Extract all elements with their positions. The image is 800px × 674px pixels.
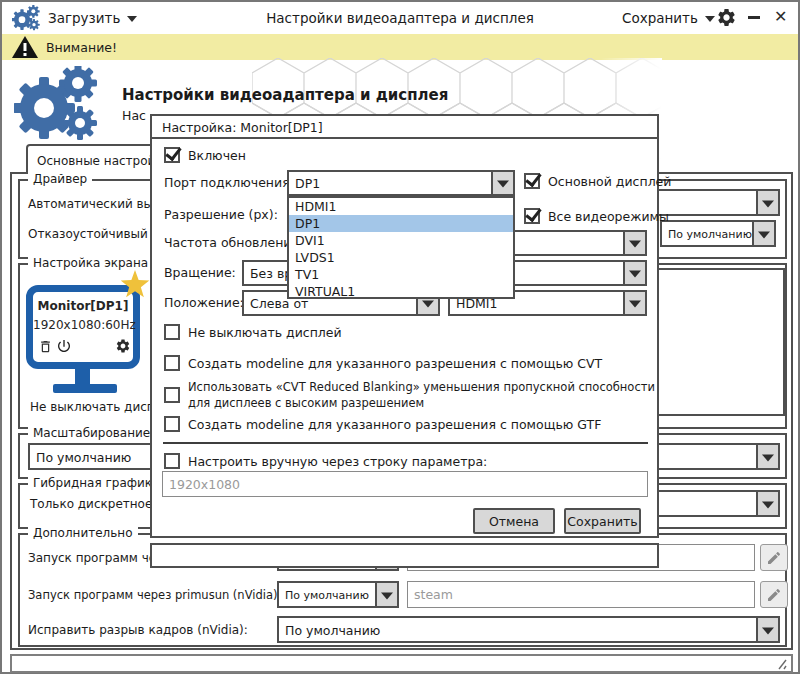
page-subtitle: Нас <box>122 108 146 123</box>
tearing-label: Исправить разрыв кадров (nVidia): <box>28 623 248 637</box>
pencil-icon <box>766 587 782 603</box>
monitor-settings-icon[interactable] <box>115 338 131 354</box>
monitor-stand-base <box>53 384 117 393</box>
manual-checkbox[interactable] <box>164 453 180 469</box>
dont-off-checkbox[interactable] <box>164 324 180 340</box>
all-modes-checkbox[interactable] <box>524 208 540 224</box>
monitor-mode: 1920x1080:60Hz <box>33 318 133 332</box>
dialog-status-bar <box>150 543 659 568</box>
dropdown-arrow-icon[interactable] <box>623 292 645 314</box>
monitor-dialog: Настройка: Monitor[DP1] Включен Порт под… <box>150 114 659 538</box>
dropdown-arrow-icon[interactable] <box>752 222 774 245</box>
port-option-hdmi1[interactable]: HDMI1 <box>289 198 513 215</box>
save-button[interactable]: Сохранить <box>622 10 715 26</box>
port-option-dvi1[interactable]: DVI1 <box>289 232 513 249</box>
warning-banner: Внимание! <box>2 34 798 60</box>
dont-off-label: Не выключать дисплей <box>188 325 342 340</box>
primusun-edit-button[interactable] <box>760 581 788 608</box>
primusun-label: Запуск программ через primusun (nVidia): <box>28 588 281 602</box>
app-window: Загрузить Настройки видеоадаптера и дисп… <box>0 0 800 674</box>
primary-checkbox[interactable] <box>524 173 540 189</box>
optirun-edit-button[interactable] <box>760 544 788 571</box>
refresh-label: Частота обновления (Гц): <box>164 235 287 250</box>
app-logo <box>14 66 98 140</box>
driver-failsafe-combobox[interactable]: По умолчанию <box>660 220 776 247</box>
port-dropdown-list: HDMI1DP1DVI1LVDS1TV1VIRTUAL1 <box>287 196 515 299</box>
save-caret-icon <box>705 16 715 22</box>
all-modes-label: Все видеорежимы <box>548 209 669 224</box>
dialog-separator <box>163 442 648 444</box>
port-option-tv1[interactable]: TV1 <box>289 266 513 283</box>
cvt-checkbox[interactable] <box>164 355 180 371</box>
app-logo-icon <box>12 5 40 31</box>
dialog-titlebar[interactable]: Настройка: Monitor[DP1] <box>152 116 657 139</box>
driver-legend: Драйвер <box>28 172 92 186</box>
hybrid-legend: Гибридная графика <box>28 476 164 490</box>
cancel-button[interactable]: Отмена <box>473 508 555 534</box>
port-option-lvds1[interactable]: LVDS1 <box>289 249 513 266</box>
manual-mode-input[interactable] <box>162 471 648 497</box>
power-monitor-icon[interactable] <box>56 338 72 354</box>
manual-label: Настроить вручную через строку параметра… <box>188 454 487 469</box>
delete-monitor-icon[interactable] <box>38 339 53 354</box>
monitor-stand-neck <box>75 369 90 385</box>
screen-legend: Настройка экрана <box>28 256 153 270</box>
cvt-label: Создать modeline для указанного разрешен… <box>188 356 602 371</box>
window-title: Настройки видеоадаптера и дисплея <box>266 10 534 26</box>
dialog-title: Настройка: Monitor[DP1] <box>162 120 323 135</box>
port-option-dp1[interactable]: DP1 <box>289 215 513 232</box>
tab-main-settings[interactable]: Основные настройки <box>26 144 168 174</box>
monitor-name: Monitor[DP1] <box>33 299 133 313</box>
position-label: Положение: <box>164 295 244 310</box>
gtf-label: Создать modeline для указанного разрешен… <box>188 417 601 432</box>
load-button[interactable]: Загрузить <box>48 10 137 26</box>
primusun-command-input[interactable] <box>407 581 755 608</box>
load-caret-icon <box>127 16 137 22</box>
cvt-rb-label: Использовать «CVT Reduced Blanking» умен… <box>188 379 662 411</box>
settings-gear-icon[interactable] <box>716 7 737 28</box>
port-option-virtual1[interactable]: VIRTUAL1 <box>289 283 513 300</box>
titlebar: Загрузить Настройки видеоадаптера и дисп… <box>2 2 798 34</box>
status-bar <box>10 654 793 673</box>
enabled-checkbox[interactable] <box>164 147 180 163</box>
dropdown-arrow-icon[interactable] <box>756 492 778 515</box>
dropdown-arrow-icon[interactable] <box>623 262 645 284</box>
port-combobox[interactable]: DP1 <box>287 170 515 196</box>
resize-grip[interactable] <box>775 659 787 670</box>
warning-text: Внимание! <box>46 40 117 55</box>
rotation-label: Вращение: <box>164 265 236 280</box>
minimize-button[interactable] <box>748 16 760 19</box>
close-button[interactable]: ✕ <box>774 7 787 26</box>
primusun-combobox[interactable]: По умолчанию <box>277 581 399 608</box>
dropdown-arrow-icon[interactable] <box>756 445 778 468</box>
tearing-combobox[interactable]: По умолчанию <box>277 616 780 643</box>
extra-legend: Дополнительно <box>28 526 138 540</box>
port-label: Порт подключения: <box>164 175 294 190</box>
page-title: Настройки видеоадаптера и дисплея <box>122 86 448 104</box>
warning-icon <box>12 36 38 58</box>
cvt-rb-checkbox[interactable] <box>164 387 180 403</box>
enabled-label: Включен <box>188 148 246 163</box>
dropdown-arrow-icon[interactable] <box>375 583 397 606</box>
primary-star-icon <box>119 269 151 301</box>
dropdown-arrow-icon[interactable] <box>756 191 778 214</box>
dropdown-arrow-icon[interactable] <box>756 618 778 641</box>
gtf-checkbox[interactable] <box>164 416 180 432</box>
primary-label: Основной дисплей <box>548 174 671 189</box>
dropdown-arrow-icon[interactable] <box>623 232 645 254</box>
dropdown-arrow-icon[interactable] <box>491 172 513 194</box>
dialog-save-button[interactable]: Сохранить <box>564 508 641 534</box>
pencil-icon <box>766 550 782 566</box>
resolution-label: Разрешение (px): <box>164 207 278 222</box>
